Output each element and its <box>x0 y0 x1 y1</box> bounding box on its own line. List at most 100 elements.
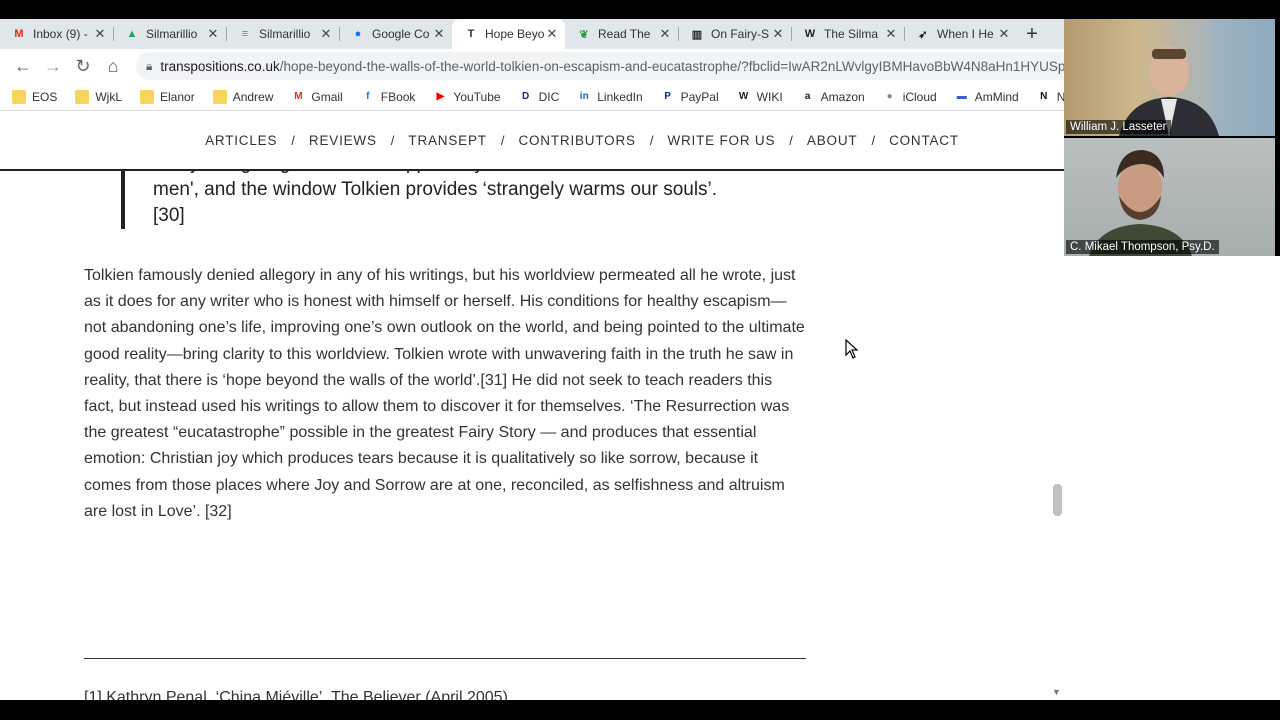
close-tab-icon[interactable]: ✕ <box>432 26 446 42</box>
scroll-down-icon[interactable]: ▼ <box>1052 687 1061 697</box>
bookmark-label: Elanor <box>160 89 195 104</box>
new-tab-icon[interactable]: + <box>1017 19 1047 49</box>
close-tab-icon[interactable]: ✕ <box>93 26 107 42</box>
bookmark-item[interactable]: Elanor <box>140 89 195 104</box>
bookmark-label: NGArt <box>1057 90 1064 104</box>
nav-separator: / <box>649 132 654 148</box>
site-nav-link[interactable]: ABOUT <box>807 133 858 148</box>
tab-label: Read The <box>598 27 651 41</box>
browser-tab[interactable]: W The Silma ✕ <box>791 19 904 49</box>
site-nav-link[interactable]: WRITE FOR US <box>667 133 775 148</box>
bookmark-item[interactable]: ▶ YouTube <box>433 90 501 104</box>
nav-separator: / <box>500 132 505 148</box>
bookmark-item[interactable]: in LinkedIn <box>577 90 643 104</box>
site-nav-link[interactable]: ARTICLES <box>205 133 277 148</box>
browser-tab[interactable]: T Hope Beyo ✕ <box>452 19 565 49</box>
amazon-icon: a <box>804 91 811 102</box>
bookmark-label: WjkL <box>95 89 123 104</box>
participant-name: C. Mikael Thompson, Psy.D. <box>1066 240 1219 254</box>
site-nav-link[interactable]: CONTACT <box>889 133 959 148</box>
site-nav-link[interactable]: CONTRIBUTORS <box>518 133 635 148</box>
bird-icon: ➶ <box>918 28 928 41</box>
site-nav-link[interactable]: TRANSEPT <box>408 133 486 148</box>
nav-separator: / <box>291 132 295 148</box>
lock-icon: 🔒︎ <box>146 58 153 73</box>
bookmark-label: WIKI <box>756 89 783 104</box>
close-tab-icon[interactable]: ✕ <box>206 26 220 42</box>
bookmark-label: Gmail <box>311 89 343 104</box>
bookmark-label: PayPal <box>680 89 719 104</box>
video-tile-participant[interactable]: William J. Lasseter <box>1064 19 1275 136</box>
flag-icon: ▬ <box>956 91 967 102</box>
url-path: /hope-beyond-the-walls-of-the-world-tolk… <box>279 58 1064 74</box>
browser-tab[interactable]: ● Google Co ✕ <box>339 19 452 49</box>
folder-icon <box>12 89 26 104</box>
back-icon[interactable]: ← <box>8 51 38 81</box>
scrollbar[interactable]: ▼ <box>1048 111 1064 700</box>
gmail-icon: M <box>294 91 303 102</box>
linkedin-icon: in <box>579 91 589 102</box>
bookmark-item[interactable]: ● iCloud <box>883 90 937 104</box>
bookmark-item[interactable]: WjkL <box>75 89 123 104</box>
close-tab-icon[interactable]: ✕ <box>771 26 785 42</box>
quote-footnote-ref[interactable]: [30] <box>153 203 761 229</box>
bookmark-item[interactable]: W WIKI <box>737 90 783 104</box>
docs-icon: ≡ <box>241 28 249 40</box>
bookmark-label: Andrew <box>232 89 274 104</box>
dic-icon: D <box>521 91 530 102</box>
address-bar[interactable]: 🔒︎ transpositions.co.uk/hope-beyond-the-… <box>136 52 1064 80</box>
folder-icon <box>212 89 227 104</box>
browser-tab[interactable]: ≡ Silmarillio ✕ <box>226 19 339 49</box>
bookmark-item[interactable]: f FBook <box>361 90 415 104</box>
browser-window: M Inbox (9) - ✕ ▲ Silmarillio ✕ ≡ Silmarillio ✕ ●… <box>0 19 1064 700</box>
browser-tab[interactable]: ➶ When I He ✕ <box>904 19 1017 49</box>
browser-tab[interactable]: M Inbox (9) - ✕ <box>0 19 113 49</box>
bookmark-label: Amazon <box>820 89 865 104</box>
site-nav-link[interactable]: REVIEWS <box>309 133 377 148</box>
gmail-icon: M <box>14 28 24 40</box>
bookmark-label: AmMind <box>974 89 1019 104</box>
nav-separator: / <box>871 132 876 148</box>
reload-icon[interactable]: ↻ <box>68 51 98 81</box>
scrollbar-thumb[interactable] <box>1053 484 1062 516</box>
tab-label: The Silma <box>824 27 879 41</box>
footnote: [1] Kathryn Penal, ‘China Miéville’, The… <box>84 689 508 700</box>
browser-tab[interactable]: ▥ On Fairy-S ✕ <box>678 19 791 49</box>
quote-line: men', and the window Tolkien provides ‘s… <box>153 179 718 200</box>
url-host: transpositions.co.uk <box>160 58 280 74</box>
nav-separator: / <box>789 132 793 148</box>
ngart-icon: N <box>1040 91 1048 102</box>
bookmark-item[interactable]: a Amazon <box>801 90 865 104</box>
bookmark-item[interactable]: M Gmail <box>291 89 343 104</box>
nav-separator: / <box>390 132 395 148</box>
bookmark-item[interactable]: N NGArt <box>1037 90 1064 104</box>
contacts-icon: ● <box>354 28 362 40</box>
close-tab-icon[interactable]: ✕ <box>545 26 559 42</box>
bookmark-label: iCloud <box>902 89 937 104</box>
forward-icon[interactable]: → <box>38 51 68 81</box>
bookmark-item[interactable]: ▬ AmMind <box>955 90 1019 104</box>
tab-label: Silmarillio <box>259 27 311 41</box>
transpositions-icon: T <box>467 28 475 40</box>
participant-video-icon <box>1119 19 1275 136</box>
close-tab-icon[interactable]: ✕ <box>997 26 1011 42</box>
drive-icon: ▲ <box>126 28 138 40</box>
browser-tab[interactable]: ❦ Read The ✕ <box>565 19 678 49</box>
tab-label: When I He <box>937 27 994 41</box>
video-tile-participant[interactable]: C. Mikael Thompson, Psy.D. <box>1064 138 1275 256</box>
web-page: ARTICLES / REVIEWS / TRANSEPT / CONTRIBUTORS / W… <box>0 111 1064 700</box>
bookmark-item[interactable]: EOS <box>12 89 57 104</box>
bookmark-label: DIC <box>538 89 560 104</box>
book-icon: ▥ <box>691 28 703 41</box>
bookmarks-bar: EOS WjkL Elanor Andrew M Gmail f FBook ▶ YouTube D… <box>0 83 1064 111</box>
browser-tab[interactable]: ▲ Silmarillio ✕ <box>113 19 226 49</box>
bookmark-item[interactable]: D DIC <box>519 89 560 104</box>
home-icon[interactable]: ⌂ <box>98 51 128 81</box>
bookmark-item[interactable]: P PayPal <box>661 89 719 104</box>
close-tab-icon[interactable]: ✕ <box>319 26 333 42</box>
paypal-icon: P <box>664 91 671 102</box>
close-tab-icon[interactable]: ✕ <box>884 26 898 42</box>
tab-label: Inbox (9) - <box>33 27 88 41</box>
close-tab-icon[interactable]: ✕ <box>658 26 672 42</box>
bookmark-item[interactable]: Andrew <box>212 89 274 104</box>
